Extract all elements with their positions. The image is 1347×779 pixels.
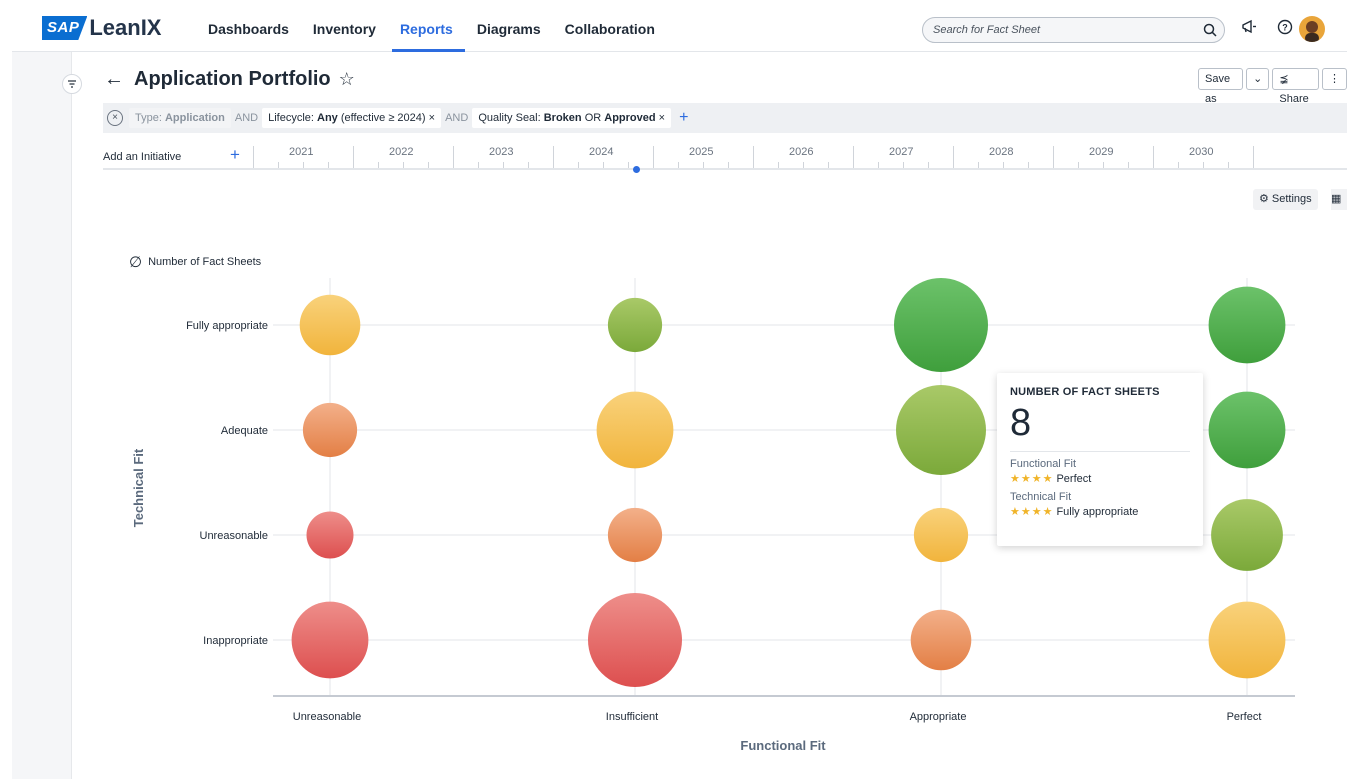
tooltip-functional-row: ★★★★ Perfect — [1010, 472, 1190, 485]
y-tick-label: Fully appropriate — [186, 320, 268, 332]
bubble-point[interactable] — [299, 294, 361, 356]
y-tick-label: Inappropriate — [203, 635, 268, 647]
x-tick-label: Unreasonable — [293, 711, 362, 723]
rating-stars-icon: ★★★★ — [1010, 473, 1054, 485]
tooltip-technical-row: ★★★★ Fully appropriate — [1010, 505, 1190, 518]
chart-tooltip: NUMBER OF FACT SHEETS 8 Functional Fit ★… — [997, 373, 1203, 546]
bubble-point[interactable] — [607, 507, 663, 563]
bubble-point[interactable] — [896, 385, 986, 475]
bubble-point[interactable] — [596, 391, 674, 469]
bubble-point[interactable] — [1211, 499, 1283, 571]
bubble-point[interactable] — [1208, 601, 1286, 679]
bubble-point[interactable] — [302, 402, 358, 458]
bubble-point[interactable] — [1208, 391, 1286, 469]
tooltip-functional-label: Functional Fit — [1010, 458, 1077, 470]
bubble-point[interactable] — [291, 601, 369, 679]
bubble-point[interactable] — [306, 511, 354, 559]
bubble-point[interactable] — [913, 507, 969, 563]
bubble-point[interactable] — [910, 609, 972, 671]
bubble-point[interactable] — [894, 278, 988, 372]
bubble-point[interactable] — [607, 297, 663, 353]
x-tick-label: Insufficient — [606, 711, 658, 723]
tooltip-value: 8 — [1010, 402, 1032, 444]
rating-stars-icon: ★★★★ — [1010, 506, 1054, 518]
x-tick-label: Perfect — [1227, 711, 1262, 723]
tooltip-functional-value: Perfect — [1056, 473, 1092, 485]
x-axis-title: Functional Fit — [740, 738, 826, 753]
y-tick-label: Adequate — [221, 425, 268, 437]
y-axis-title: Technical Fit — [131, 448, 146, 527]
tooltip-heading: NUMBER OF FACT SHEETS — [1010, 386, 1160, 398]
tooltip-technical-value: Fully appropriate — [1056, 506, 1139, 518]
x-tick-label: Appropriate — [910, 711, 967, 723]
y-tick-label: Unreasonable — [200, 530, 269, 542]
bubble-point[interactable] — [588, 593, 682, 687]
tooltip-divider — [1010, 451, 1190, 452]
bubble-point[interactable] — [1208, 286, 1286, 364]
tooltip-technical-label: Technical Fit — [1010, 491, 1072, 503]
